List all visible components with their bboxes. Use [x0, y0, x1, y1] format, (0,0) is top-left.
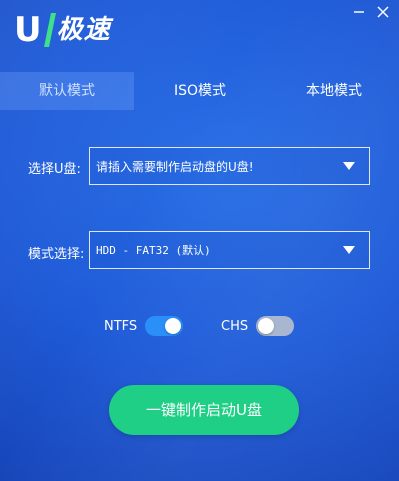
mode-select[interactable]: HDD - FAT32 (默认)	[89, 231, 370, 269]
chs-label: CHS	[221, 318, 249, 334]
tab-default-mode[interactable]: 默认模式	[0, 72, 134, 110]
app-window: U 极速 默认模式 ISO模式 本地模式 选择U盘: 请插入需要制作启动盘的U盘	[0, 0, 399, 481]
mode-select-label: 模式选择:	[28, 247, 85, 262]
minimize-icon[interactable]	[351, 4, 367, 20]
usb-select-value: 请插入需要制作启动盘的U盘!	[96, 159, 254, 174]
ntfs-label: NTFS	[104, 318, 138, 334]
window-controls	[351, 4, 391, 20]
usb-select[interactable]: 请插入需要制作启动盘的U盘!	[89, 147, 370, 185]
chevron-down-icon	[337, 232, 361, 268]
logo-letter: U	[14, 10, 42, 50]
close-icon[interactable]	[375, 4, 391, 20]
logo-slash-icon	[43, 13, 56, 47]
mode-tabs: 默认模式 ISO模式 本地模式	[0, 72, 399, 110]
make-boot-usb-button[interactable]: 一键制作启动U盘	[109, 385, 299, 435]
chevron-down-icon	[337, 148, 361, 184]
logo-text: 极速	[56, 15, 111, 45]
ntfs-toggle-group: NTFS	[104, 316, 184, 336]
mode-select-value: HDD - FAT32 (默认)	[96, 244, 211, 257]
app-logo: U 极速	[14, 10, 111, 50]
tab-iso-mode[interactable]: ISO模式	[150, 72, 250, 110]
chs-toggle-group: CHS	[221, 316, 295, 336]
ntfs-toggle[interactable]	[145, 316, 184, 336]
chs-toggle[interactable]	[256, 316, 295, 336]
toggle-knob	[165, 318, 182, 334]
tab-local-mode[interactable]: 本地模式	[284, 72, 384, 110]
usb-select-label: 选择U盘:	[28, 162, 81, 177]
toggle-knob	[258, 318, 275, 334]
